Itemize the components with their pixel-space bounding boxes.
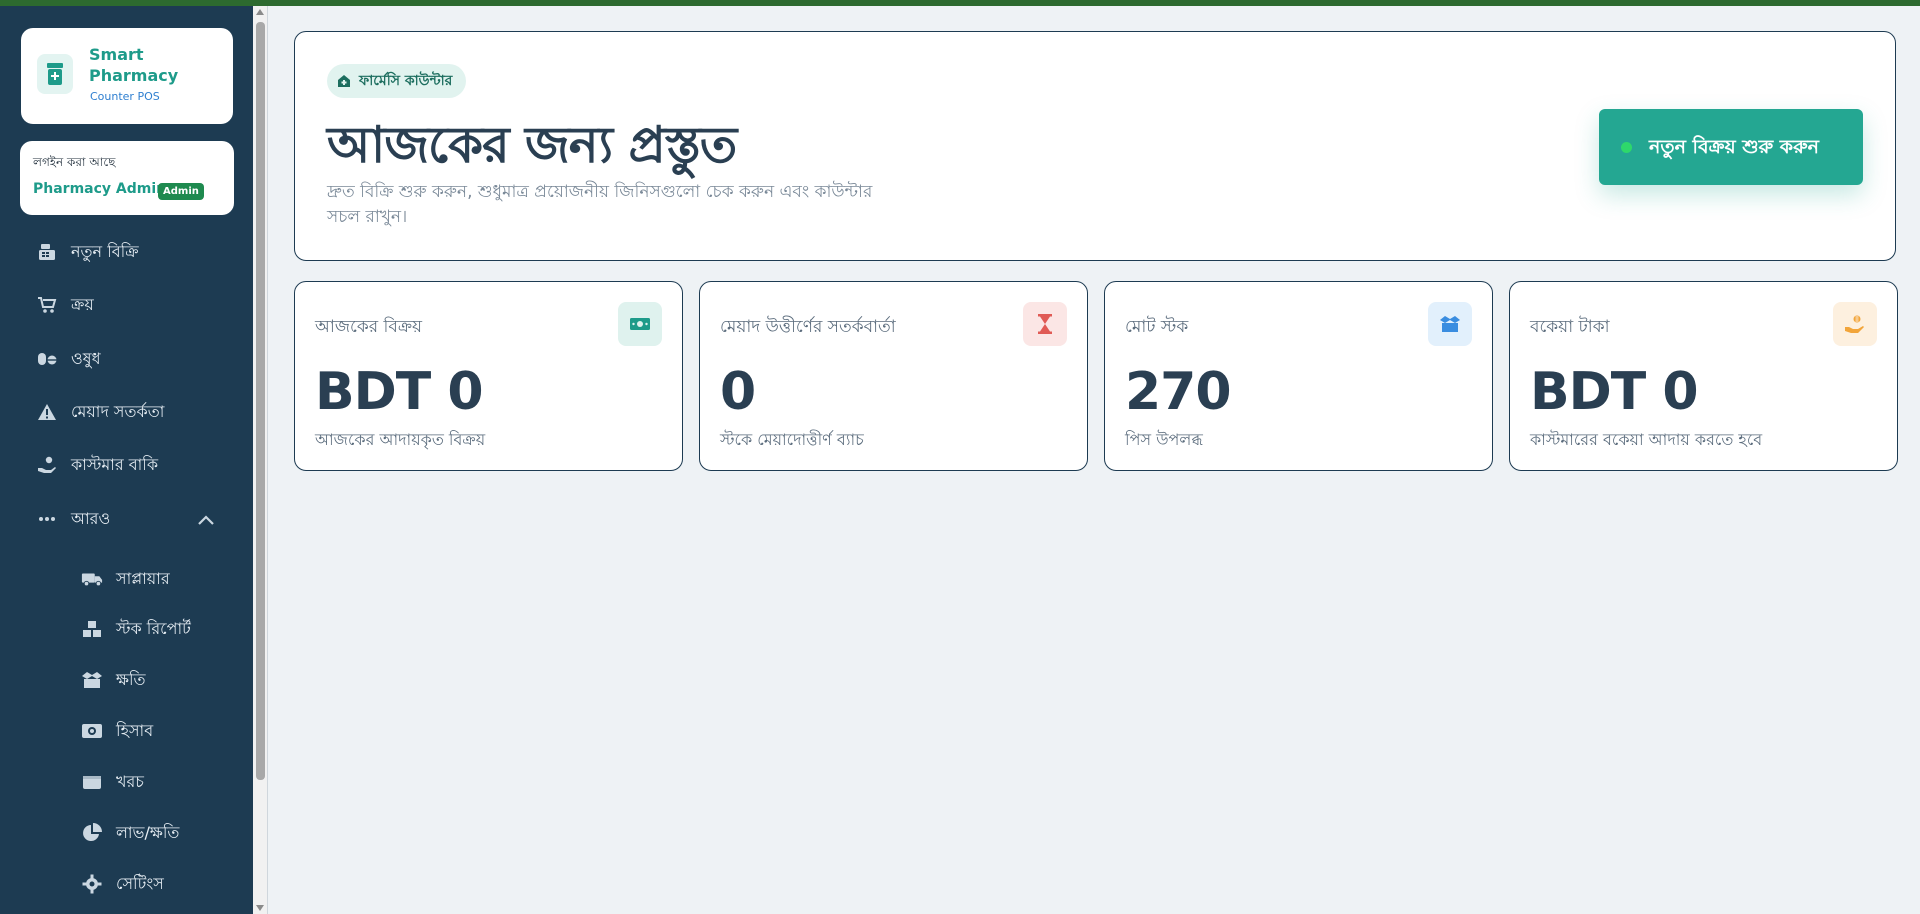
clinic-icon [338, 75, 350, 87]
counter-badge: ফার্মেসি কাউন্টার [327, 64, 467, 98]
pie-chart-icon [81, 822, 103, 844]
sidebar: Smart Pharmacy Counter POS লগইন করা আছে … [0, 6, 253, 914]
boxes-icon [81, 618, 103, 640]
stat-subtitle: পিস উপলব্ধ [1125, 430, 1203, 449]
more-dots-icon [36, 508, 58, 530]
sidebar-item-medicine[interactable]: ওষুধ [0, 339, 253, 379]
stat-card-total-stock: মোট স্টক 270 পিস উপলব্ধ [1104, 281, 1493, 471]
sidebar-item-label: আরও [71, 508, 111, 528]
sidebar-item-settings[interactable]: সেটিংস [0, 864, 253, 904]
sidebar-item-label: স্টক রিপোর্ট [116, 618, 191, 638]
user-card: লগইন করা আছে Pharmacy Admin Admin [20, 141, 234, 215]
start-new-sale-label: নতুন বিক্রয় শুরু করুন [1649, 136, 1820, 158]
sidebar-scrollbar[interactable] [253, 6, 268, 914]
sidebar-item-label: সাপ্লায়ার [116, 568, 170, 588]
hero-card: ফার্মেসি কাউন্টার আজকের জন্য প্রস্তুত দ্… [294, 31, 1896, 261]
warning-icon [36, 401, 58, 423]
box-open-icon [81, 669, 103, 691]
sidebar-item-label: লাভ/ক্ষতি [116, 822, 180, 842]
pharmacy-logo-icon [37, 54, 73, 94]
sidebar-item-label: ওষুধ [71, 348, 101, 368]
stat-subtitle: স্টকে মেয়াদোত্তীর্ণ ব্যাচ [720, 430, 864, 449]
stat-card-today-sales: আজকের বিক্রয় BDT 0 আজকের আদায়কৃত বিক্র… [294, 281, 683, 471]
truck-icon [81, 568, 103, 590]
sidebar-item-stock-report[interactable]: স্টক রিপোর্ট [0, 609, 253, 649]
stat-value: 270 [1125, 362, 1232, 422]
role-badge: Admin [158, 183, 204, 200]
stat-value: BDT 0 [1530, 362, 1699, 422]
brand-card[interactable]: Smart Pharmacy Counter POS [21, 28, 233, 124]
sidebar-item-expiry-alert[interactable]: মেয়াদ সতর্কতা [0, 392, 253, 432]
sidebar-item-label: খরচ [116, 771, 144, 791]
money-bill-icon [618, 302, 662, 346]
cash-register-icon [36, 241, 58, 263]
sidebar-item-expense[interactable]: খরচ [0, 762, 253, 802]
box-icon [1428, 302, 1472, 346]
sidebar-item-label: সেটিংস [116, 873, 164, 893]
sidebar-item-accounts[interactable]: হিসাব [0, 711, 253, 751]
pills-icon [36, 348, 58, 370]
money-icon [81, 720, 103, 742]
chevron-up-icon[interactable] [196, 510, 216, 530]
sidebar-item-label: ক্রয় [71, 294, 94, 314]
hero-description: দ্রুত বিক্রি শুরু করুন, শুধুমাত্র প্রয়ো… [327, 182, 873, 227]
counter-badge-label: ফার্মেসি কাউন্টার [359, 73, 453, 89]
stat-card-outstanding-dues: বকেয়া টাকা BDT 0 কাস্টমারের বকেয়া আদায… [1509, 281, 1898, 471]
hand-coin-icon [1833, 302, 1877, 346]
sidebar-item-more[interactable]: আরও [0, 499, 253, 539]
sidebar-item-customer-due[interactable]: কাস্টমার বাকি [0, 445, 253, 485]
scrollbar-thumb[interactable] [256, 22, 265, 780]
top-accent-bar [0, 0, 1920, 6]
start-new-sale-button[interactable]: নতুন বিক্রয় শুরু করুন [1599, 109, 1863, 185]
sidebar-item-label: মেয়াদ সতর্কতা [71, 401, 165, 421]
sidebar-item-label: হিসাব [116, 720, 154, 740]
page-title: আজকের জন্য প্রস্তুত [327, 116, 737, 174]
sidebar-item-profit-loss[interactable]: লাভ/ক্ষতি [0, 813, 253, 853]
hourglass-icon [1023, 302, 1067, 346]
sidebar-item-loss[interactable]: ক্ষতি [0, 660, 253, 700]
user-name: Pharmacy Admin [33, 181, 167, 197]
stat-label: মোট স্টক [1125, 317, 1189, 337]
scroll-down-arrow-icon[interactable] [256, 905, 264, 911]
wallet-icon [81, 771, 103, 793]
sidebar-item-new-sale[interactable]: নতুন বিক্রি [0, 232, 253, 272]
sidebar-item-label: ক্ষতি [116, 669, 146, 689]
stat-card-expiry-alerts: মেয়াদ উত্তীর্ণের সতর্কবার্তা 0 স্টকে মে… [699, 281, 1088, 471]
hand-money-icon [36, 454, 58, 476]
brand-subtitle: Counter POS [90, 90, 160, 103]
cart-icon [36, 294, 58, 316]
status-dot-icon [1621, 142, 1632, 153]
brand-name: Smart Pharmacy [89, 45, 179, 85]
stat-label: বকেয়া টাকা [1530, 317, 1610, 337]
gear-icon [81, 873, 103, 895]
login-status-label: লগইন করা আছে [33, 155, 116, 169]
stat-value: 0 [720, 362, 756, 422]
stat-label: আজকের বিক্রয় [315, 317, 423, 337]
stat-value: BDT 0 [315, 362, 484, 422]
scroll-up-arrow-icon[interactable] [256, 9, 264, 15]
sidebar-item-purchase[interactable]: ক্রয় [0, 285, 253, 325]
sidebar-item-label: নতুন বিক্রি [71, 241, 139, 261]
sidebar-item-label: কাস্টমার বাকি [71, 454, 159, 474]
sidebar-item-supplier[interactable]: সাপ্লায়ার [0, 559, 253, 599]
stat-subtitle: আজকের আদায়কৃত বিক্রয় [315, 430, 486, 449]
stat-subtitle: কাস্টমারের বকেয়া আদায় করতে হবে [1530, 430, 1763, 449]
stat-label: মেয়াদ উত্তীর্ণের সতর্কবার্তা [720, 317, 896, 337]
